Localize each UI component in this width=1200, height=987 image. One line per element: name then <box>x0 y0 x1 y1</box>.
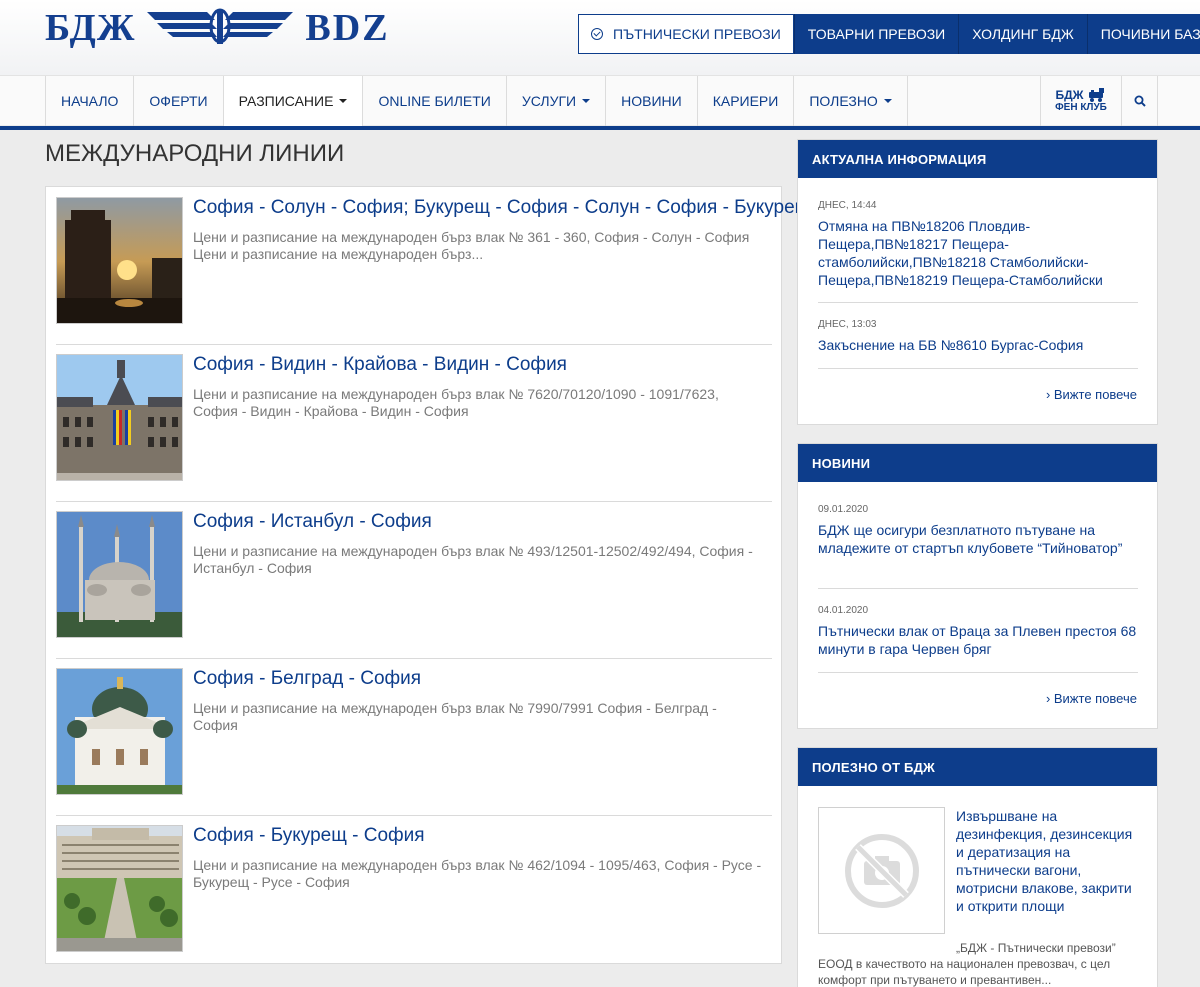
line-title[interactable]: София - Солун - София; Букурещ - София -… <box>193 197 810 219</box>
menu-label: НАЧАЛО <box>61 93 119 109</box>
check-circle-icon <box>591 28 603 40</box>
line-title[interactable]: София - Видин - Крайова - Видин - София <box>193 354 567 376</box>
news-entry[interactable]: 04.01.2020 Пътнически влак от Враца за П… <box>818 605 1138 658</box>
menu-item-schedule[interactable]: РАЗПИСАНИЕ <box>223 76 364 126</box>
entry-link[interactable]: БДЖ ще осигури безплатното пътуване на м… <box>818 521 1138 557</box>
info-entry[interactable]: ДНЕС, 14:44 Отмяна на ПВ№18206 Пловдив-П… <box>818 200 1138 289</box>
thessaloniki-tower-image[interactable] <box>56 197 183 324</box>
divider <box>818 368 1138 369</box>
menu-label: КАРИЕРИ <box>712 93 779 109</box>
news-entry[interactable]: 09.01.2020 БДЖ ще осигури безплатното пъ… <box>818 504 1138 557</box>
useful-article-desc: „БДЖ - Пътнически превози” ЕООД в качест… <box>818 941 1116 987</box>
palace-photo <box>57 355 182 480</box>
caret-down-icon <box>582 99 591 103</box>
menu-item-home[interactable]: НАЧАЛО <box>46 76 135 126</box>
divider <box>818 302 1138 303</box>
current-info-panel: АКТУАЛНА ИНФОРМАЦИЯ ДНЕС, 14:44 Отмяна н… <box>797 139 1158 425</box>
menu-item-useful[interactable]: ПОЛЕЗНО <box>794 76 908 126</box>
nav-bottom-border <box>0 126 1200 130</box>
sunset-tower-photo <box>57 198 182 323</box>
top-nav-freight[interactable]: ТОВАРНИ ПРЕВОЗИ <box>793 14 959 54</box>
menu-label: УСЛУГИ <box>521 93 577 109</box>
line-description: Цени и разписание на международен бърз в… <box>193 229 750 262</box>
fan-club-line1: БДЖ <box>1055 88 1084 102</box>
info-entry[interactable]: ДНЕС, 13:03 Закъснение на БВ №8610 Бурга… <box>818 319 1138 354</box>
top-nav-passenger[interactable]: ПЪТНИЧЕСКИ ПРЕВОЗИ <box>578 14 794 54</box>
entry-link[interactable]: Отмяна на ПВ№18206 Пловдив-Пещера,ПВ№182… <box>818 217 1138 289</box>
international-lines-list: София - Солун - София; Букурещ - София -… <box>45 186 810 964</box>
top-nav-label: ПОЧИВНИ БАЗИ <box>1100 26 1200 42</box>
menu-item-news[interactable]: НОВИНИ <box>606 76 698 126</box>
menu-item-careers[interactable]: КАРИЕРИ <box>698 76 795 126</box>
entry-date: ДНЕС, 14:44 <box>818 200 877 211</box>
top-nav-label: ТОВАРНИ ПРЕВОЗИ <box>807 26 946 42</box>
istanbul-mosque-image[interactable] <box>56 511 183 638</box>
top-navigation: ПЪТНИЧЕСКИ ПРЕВОЗИ ТОВАРНИ ПРЕВОЗИ ХОЛДИ… <box>578 14 1200 54</box>
panel-heading: ПОЛЕЗНО ОТ БДЖ <box>798 748 1157 786</box>
winged-wheel-icon <box>147 8 294 44</box>
top-nav-resorts[interactable]: ПОЧИВНИ БАЗИ <box>1086 14 1200 54</box>
logo-text-bg: БДЖ <box>45 7 136 49</box>
craiova-palace-image[interactable] <box>56 354 183 481</box>
entry-date: ДНЕС, 13:03 <box>818 319 877 330</box>
menu-label: ПОЛЕЗНО <box>809 93 878 109</box>
mosque-photo <box>57 512 182 637</box>
menu-label: НОВИНИ <box>621 93 682 109</box>
entry-link[interactable]: Закъснение на БВ №8610 Бургас-София <box>818 336 1138 354</box>
list-item[interactable]: София - Белград - София Цени и разписани… <box>56 658 772 816</box>
menu-item-services[interactable]: УСЛУГИ <box>507 76 607 126</box>
line-description: Цени и разписание на международен бърз в… <box>193 543 753 576</box>
temple-photo <box>57 669 182 794</box>
list-item[interactable]: София - Видин - Крайова - Видин - София … <box>56 344 772 502</box>
line-title[interactable]: София - Истанбул - София <box>193 511 432 533</box>
search-button[interactable] <box>1121 76 1158 126</box>
menu-label: ОФЕРТИ <box>149 93 208 109</box>
caret-down-icon <box>883 99 892 103</box>
menu-label: ONLINE БИЛЕТИ <box>378 93 491 109</box>
entry-date: 09.01.2020 <box>818 504 869 515</box>
list-item[interactable]: София - Истанбул - София Цени и разписан… <box>56 501 772 659</box>
menu-item-offers[interactable]: ОФЕРТИ <box>134 76 224 126</box>
main-navigation: НАЧАЛО ОФЕРТИ РАЗПИСАНИЕ ONLINE БИЛЕТИ У… <box>0 75 1200 130</box>
divider <box>818 588 1138 589</box>
parliament-photo <box>57 826 182 951</box>
line-title[interactable]: София - Белград - София <box>193 668 421 690</box>
list-item[interactable]: София - Солун - София; Букурещ - София -… <box>56 187 810 345</box>
menu-label: РАЗПИСАНИЕ <box>238 93 334 109</box>
no-image-placeholder[interactable] <box>818 807 945 934</box>
see-more-link[interactable]: › Вижте повече <box>1046 387 1137 402</box>
see-more-link[interactable]: › Вижте повече <box>1046 691 1137 706</box>
caret-down-icon <box>339 99 348 103</box>
useful-article-link[interactable]: Извършване на дезинфекция, дезинсекция и… <box>956 807 1141 915</box>
line-description: Цени и разписание на международен бърз в… <box>193 700 717 733</box>
fan-club-link[interactable]: БДЖ ФЕН КЛУБ <box>1040 76 1121 126</box>
line-description: Цени и разписание на международен бърз в… <box>193 386 719 419</box>
search-icon <box>1134 95 1146 107</box>
page-title: МЕЖДУНАРОДНИ ЛИНИИ <box>45 140 345 167</box>
logo-text-en: BDZ <box>305 7 390 49</box>
news-panel: НОВИНИ 09.01.2020 БДЖ ще осигури безплат… <box>797 443 1158 729</box>
top-nav-label: ХОЛДИНГ БДЖ <box>972 26 1074 42</box>
line-description: Цени и разписание на международен бърз в… <box>193 857 762 890</box>
entry-link[interactable]: Пътнически влак от Враца за Плевен прест… <box>818 622 1138 658</box>
bucharest-palace-image[interactable] <box>56 825 183 952</box>
top-nav-holding[interactable]: ХОЛДИНГ БДЖ <box>958 14 1087 54</box>
no-camera-icon <box>844 833 919 908</box>
panel-heading: АКТУАЛНА ИНФОРМАЦИЯ <box>798 140 1157 178</box>
line-title[interactable]: София - Букурещ - София <box>193 825 425 847</box>
panel-heading: НОВИНИ <box>798 444 1157 482</box>
list-item[interactable]: София - Букурещ - София Цени и разписани… <box>56 815 772 973</box>
fan-club-line2: ФЕН КЛУБ <box>1055 102 1107 113</box>
train-icon <box>1088 88 1104 102</box>
top-nav-label: ПЪТНИЧЕСКИ ПРЕВОЗИ <box>613 26 781 42</box>
main-menu: НАЧАЛО ОФЕРТИ РАЗПИСАНИЕ ONLINE БИЛЕТИ У… <box>45 76 908 126</box>
top-header: БДЖ BDZ ПЪТНИЧЕСКИ ПРЕВОЗИ ТОВАРНИ ПРЕВО… <box>0 0 1200 75</box>
useful-panel: ПОЛЕЗНО ОТ БДЖ Извършване на дезинфекция… <box>797 747 1158 987</box>
entry-date: 04.01.2020 <box>818 605 869 616</box>
belgrade-temple-image[interactable] <box>56 668 183 795</box>
divider <box>818 672 1138 673</box>
bdz-logo[interactable]: БДЖ BDZ <box>45 7 390 49</box>
menu-item-online-tickets[interactable]: ONLINE БИЛЕТИ <box>363 76 507 126</box>
